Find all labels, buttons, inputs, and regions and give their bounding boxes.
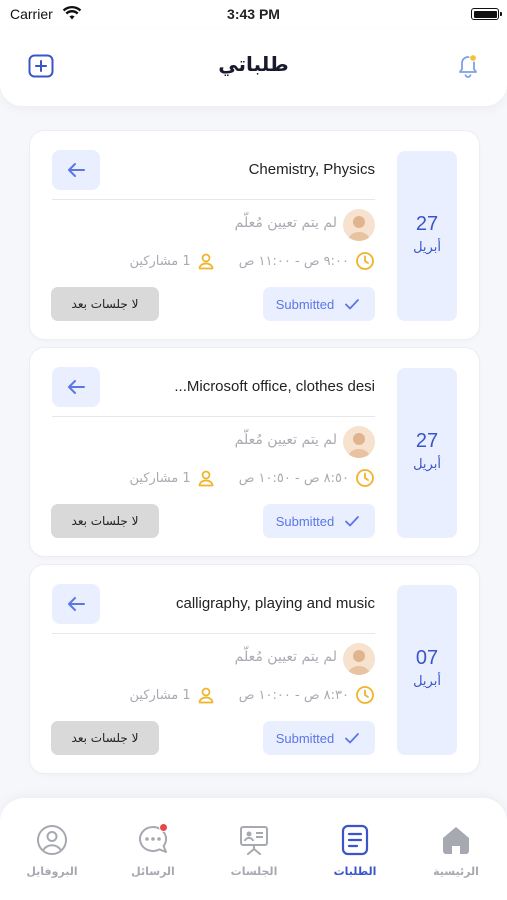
date-month: أبريل <box>413 674 441 689</box>
no-sessions-button[interactable]: لا جلسات بعد <box>51 287 159 321</box>
tab-messages[interactable]: الرسائل <box>113 823 193 878</box>
status-bar: Carrier 3:43 PM <box>0 0 507 30</box>
notifications-button[interactable] <box>455 52 481 80</box>
bottom-tab-bar: البروفايل الرسائل الجلسات الطلبات الرئيس… <box>0 798 507 900</box>
teacher-status: لم يتم تعيين مُعلّم <box>234 649 337 665</box>
tab-label: البروفايل <box>26 865 78 878</box>
teacher-status: لم يتم تعيين مُعلّم <box>234 215 337 231</box>
participants-count: 1 مشاركين <box>129 470 191 486</box>
check-icon <box>345 516 360 527</box>
tab-sessions[interactable]: الجلسات <box>214 823 294 878</box>
person-icon <box>198 687 214 704</box>
date-day: 27 <box>415 430 439 452</box>
date-box: 27 أبريل <box>397 151 457 321</box>
arrow-left-icon <box>68 163 85 177</box>
divider <box>52 416 375 417</box>
page-title: طلباتي <box>218 52 289 76</box>
check-icon <box>345 733 360 744</box>
request-subjects: Chemistry, Physics <box>248 161 375 178</box>
status-badge: Submitted <box>263 287 375 321</box>
page-header: طلباتي <box>0 30 507 106</box>
clock-icon <box>356 469 374 487</box>
unread-badge <box>159 823 168 832</box>
no-sessions-button[interactable]: لا جلسات بعد <box>51 721 159 755</box>
person-icon <box>198 470 214 487</box>
divider <box>52 633 375 634</box>
request-card[interactable]: 07 أبريل calligraphy, playing and music … <box>30 565 479 773</box>
request-subjects: ...Microsoft office, clothes desi <box>174 378 375 395</box>
teacher-avatar <box>343 643 375 675</box>
open-request-button[interactable] <box>52 150 100 190</box>
status-badge: Submitted <box>263 721 375 755</box>
arrow-left-icon <box>68 597 85 611</box>
date-day: 27 <box>415 213 439 235</box>
person-icon <box>198 253 214 270</box>
open-request-button[interactable] <box>52 584 100 624</box>
home-icon <box>443 827 469 854</box>
open-request-button[interactable] <box>52 367 100 407</box>
clock-icon <box>356 686 374 704</box>
clock-time: 3:43 PM <box>227 6 280 22</box>
no-sessions-button[interactable]: لا جلسات بعد <box>51 504 159 538</box>
date-month: أبريل <box>413 240 441 255</box>
schedule-row: ٨:٥٠ ص - ١٠:٥٠ ص 1 مشاركين <box>129 467 375 489</box>
date-box: 07 أبريل <box>397 585 457 755</box>
status-badge: Submitted <box>263 504 375 538</box>
battery-icon <box>471 8 502 20</box>
status-label: Submitted <box>275 513 335 529</box>
divider <box>52 199 375 200</box>
session-time: ٩:٠٠ ص - ١١:٠٠ ص <box>238 253 349 269</box>
tab-requests[interactable]: الطلبات <box>315 823 395 878</box>
tab-profile[interactable]: البروفايل <box>12 823 92 878</box>
teacher-avatar <box>343 209 375 241</box>
teacher-avatar <box>343 426 375 458</box>
session-time: ٨:٥٠ ص - ١٠:٥٠ ص <box>238 470 349 486</box>
request-card[interactable]: 27 أبريل ...Microsoft office, clothes de… <box>30 348 479 556</box>
document-icon <box>341 824 369 856</box>
tab-label: الطلبات <box>333 865 377 878</box>
tab-label: الجلسات <box>230 865 278 878</box>
date-day: 07 <box>415 647 439 669</box>
presentation-icon <box>240 826 268 855</box>
request-card[interactable]: 27 أبريل Chemistry, Physics لم يتم تعيين… <box>30 131 479 339</box>
status-label: Submitted <box>275 730 335 746</box>
participants-count: 1 مشاركين <box>129 687 191 703</box>
tab-home[interactable]: الرئيسية <box>416 823 496 878</box>
teacher-status: لم يتم تعيين مُعلّم <box>234 432 337 448</box>
clock-icon <box>356 252 374 270</box>
session-time: ٨:٣٠ ص - ١٠:٠٠ ص <box>238 687 349 703</box>
participants-count: 1 مشاركين <box>129 253 191 269</box>
tab-label: الرسائل <box>131 865 175 878</box>
tab-label: الرئيسية <box>433 865 479 878</box>
arrow-left-icon <box>68 380 85 394</box>
status-label: Submitted <box>275 296 335 312</box>
profile-icon <box>37 825 67 855</box>
bell-icon <box>459 54 477 78</box>
date-box: 27 أبريل <box>397 368 457 538</box>
schedule-row: ٩:٠٠ ص - ١١:٠٠ ص 1 مشاركين <box>129 250 375 272</box>
check-icon <box>345 299 360 310</box>
schedule-row: ٨:٣٠ ص - ١٠:٠٠ ص 1 مشاركين <box>129 684 375 706</box>
date-month: أبريل <box>413 457 441 472</box>
request-subjects: calligraphy, playing and music <box>176 595 375 612</box>
